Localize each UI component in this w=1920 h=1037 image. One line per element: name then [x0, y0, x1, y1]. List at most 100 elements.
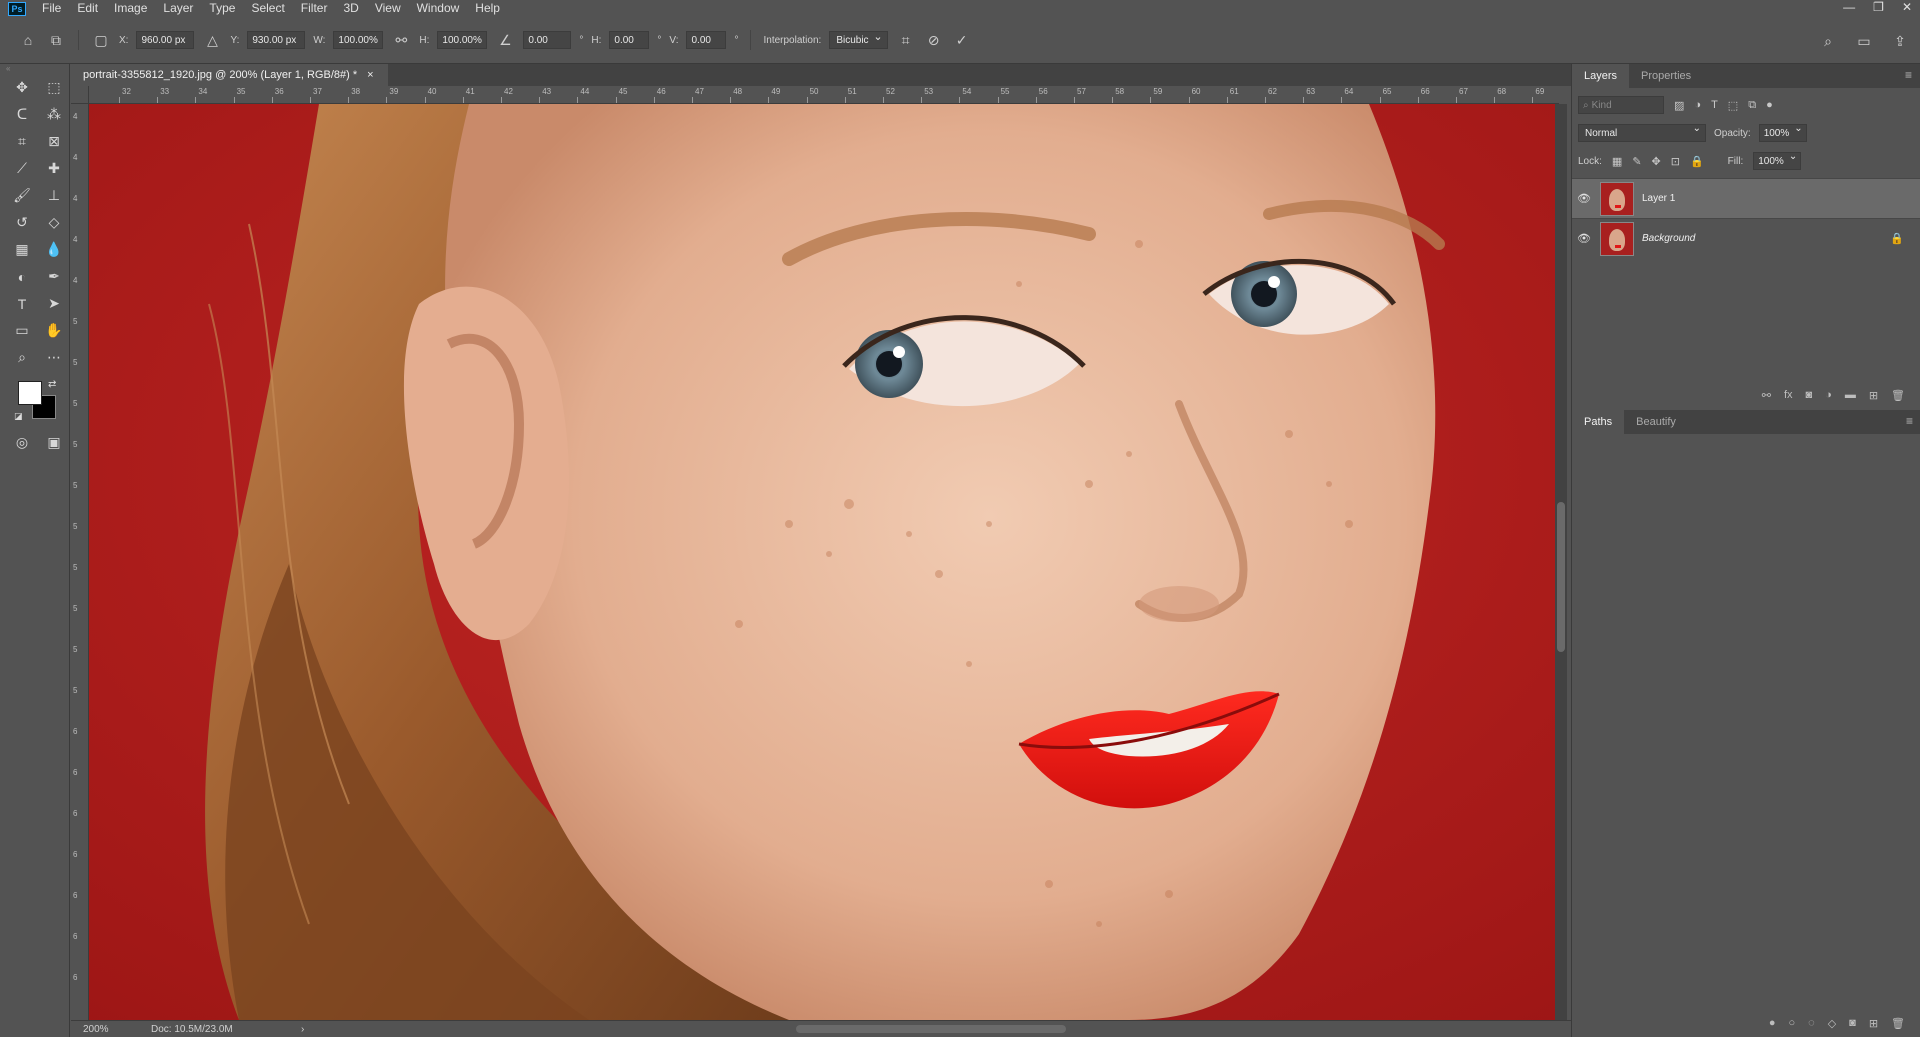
- move-tool-icon[interactable]: ✥: [10, 77, 34, 98]
- add-mask-icon[interactable]: ◙: [1806, 389, 1813, 401]
- adjustment-layer-icon[interactable]: ◑: [1825, 389, 1832, 401]
- more-tools-icon[interactable]: ⋯: [42, 347, 66, 368]
- height-field[interactable]: 100.00%: [437, 31, 488, 49]
- filter-shape-icon[interactable]: ⬚: [1728, 99, 1738, 112]
- warp-icon[interactable]: ⌗: [896, 30, 916, 50]
- screen-mode-icon[interactable]: ▣: [42, 432, 66, 453]
- eraser-tool-icon[interactable]: ◇: [42, 212, 66, 233]
- tab-paths[interactable]: Paths: [1572, 410, 1625, 434]
- brush-tool-icon[interactable]: 🖌: [10, 185, 34, 206]
- new-path-icon[interactable]: ⊞: [1869, 1017, 1878, 1030]
- hand-tool-icon[interactable]: ✋: [42, 320, 66, 341]
- ruler-corner[interactable]: [71, 86, 89, 104]
- type-tool-icon[interactable]: T: [10, 293, 34, 314]
- delta-icon[interactable]: △: [202, 30, 222, 50]
- new-layer-icon[interactable]: ⊞: [1869, 389, 1878, 402]
- angle-field[interactable]: 0.00: [523, 31, 572, 49]
- home-icon[interactable]: ⌂: [18, 30, 38, 50]
- close-tab-icon[interactable]: ×: [367, 69, 373, 81]
- menu-3d[interactable]: 3D: [335, 0, 366, 17]
- filter-pixel-icon[interactable]: ▨: [1674, 99, 1684, 112]
- status-arrow-icon[interactable]: ›: [301, 1024, 304, 1035]
- panel-menu-icon[interactable]: ≡: [1906, 414, 1913, 428]
- panel-menu-icon[interactable]: ≡: [1905, 68, 1912, 82]
- menu-image[interactable]: Image: [106, 0, 155, 17]
- interpolation-select[interactable]: Bicubic: [829, 30, 888, 49]
- lasso-tool-icon[interactable]: ᑕ: [10, 104, 34, 125]
- tab-properties[interactable]: Properties: [1629, 64, 1703, 88]
- zoom-tool-icon[interactable]: ⌕: [10, 347, 34, 368]
- quick-mask-icon[interactable]: ◎: [10, 432, 34, 453]
- link-icon[interactable]: ⚯: [391, 30, 411, 50]
- delete-layer-icon[interactable]: 🗑: [1891, 389, 1905, 402]
- default-colors-icon[interactable]: ◪: [14, 411, 23, 422]
- menu-filter[interactable]: Filter: [293, 0, 336, 17]
- search-icon[interactable]: ⌕: [1818, 31, 1838, 51]
- fill-field[interactable]: 100%: [1753, 151, 1802, 170]
- layer-row-layer-1[interactable]: 👁 Layer 1: [1572, 178, 1920, 218]
- add-mask-icon[interactable]: ◙: [1849, 1017, 1856, 1029]
- pen-tool-icon[interactable]: ✒: [42, 266, 66, 287]
- marquee-tool-icon[interactable]: ⬚: [42, 77, 66, 98]
- crop-tool-icon[interactable]: ⌗: [10, 131, 34, 152]
- lock-artboard-icon[interactable]: ⊡: [1671, 155, 1680, 168]
- cancel-transform-icon[interactable]: ⊘: [924, 30, 944, 50]
- reference-point-icon[interactable]: ▢: [91, 30, 111, 50]
- frame-tool-icon[interactable]: ⊠: [42, 131, 66, 152]
- tab-beautify[interactable]: Beautify: [1624, 410, 1688, 434]
- restore-button[interactable]: ❐: [1873, 0, 1884, 14]
- layer-kind-filter[interactable]: ⌕ Kind: [1578, 96, 1664, 114]
- menu-select[interactable]: Select: [243, 0, 292, 17]
- hskew-field[interactable]: 0.00: [609, 31, 650, 49]
- visibility-eye-icon[interactable]: 👁: [1572, 192, 1596, 205]
- healing-brush-tool-icon[interactable]: ✚: [42, 158, 66, 179]
- filter-smart-object-icon[interactable]: ⧉: [1748, 99, 1756, 112]
- magic-wand-tool-icon[interactable]: ⁂: [42, 104, 66, 125]
- menu-window[interactable]: Window: [409, 0, 468, 17]
- foreground-color[interactable]: [18, 381, 42, 405]
- commit-transform-icon[interactable]: ✓: [952, 30, 972, 50]
- vertical-scrollbar[interactable]: [1555, 104, 1567, 1020]
- document-tab[interactable]: portrait-3355812_1920.jpg @ 200% (Layer …: [71, 64, 388, 86]
- history-brush-tool-icon[interactable]: ↺: [10, 212, 34, 233]
- y-field[interactable]: 930.00 px: [247, 31, 306, 49]
- link-layers-icon[interactable]: ⚯: [1762, 389, 1771, 402]
- stamp-tool-icon[interactable]: ⊥: [42, 185, 66, 206]
- transform-icon[interactable]: ⧉: [46, 30, 66, 50]
- blur-tool-icon[interactable]: 💧: [42, 239, 66, 260]
- opacity-field[interactable]: 100%: [1758, 123, 1807, 142]
- filter-type-icon[interactable]: T: [1711, 99, 1718, 111]
- ruler-vertical[interactable]: 4 4 4 4 4 5 5 5 5 5 5 5 5 5 5 6 6 6 6 6 6 6: [71, 104, 89, 1020]
- menu-file[interactable]: File: [34, 0, 69, 17]
- lock-transparency-icon[interactable]: ▦: [1612, 155, 1622, 168]
- fill-path-icon[interactable]: ●: [1769, 1017, 1776, 1029]
- menu-layer[interactable]: Layer: [155, 0, 201, 17]
- eyedropper-tool-icon[interactable]: ⟋: [10, 158, 34, 179]
- lock-image-icon[interactable]: ✎: [1632, 155, 1641, 168]
- lock-position-icon[interactable]: ✥: [1652, 155, 1661, 168]
- menu-type[interactable]: Type: [201, 0, 243, 17]
- close-window-button[interactable]: ✕: [1902, 0, 1912, 14]
- path-selection-tool-icon[interactable]: ➤: [42, 293, 66, 314]
- new-group-icon[interactable]: ▬: [1845, 389, 1856, 401]
- lock-all-icon[interactable]: 🔒: [1690, 155, 1704, 168]
- minimize-button[interactable]: —: [1843, 0, 1855, 14]
- menu-edit[interactable]: Edit: [69, 0, 106, 17]
- toolbar-grip-icon[interactable]: «: [0, 64, 69, 74]
- layer-style-icon[interactable]: fx: [1784, 389, 1793, 401]
- gradient-tool-icon[interactable]: ▦: [10, 239, 34, 260]
- vskew-field[interactable]: 0.00: [686, 31, 727, 49]
- ruler-horizontal[interactable]: 32 33 34 35 36 37 38 39 40 41 42 43 44 45 46 47 48 49 50 51…: [89, 86, 1559, 104]
- zoom-level[interactable]: 200%: [71, 1024, 151, 1035]
- share-icon[interactable]: ⇪: [1890, 31, 1910, 51]
- make-path-icon[interactable]: ◇: [1828, 1017, 1836, 1030]
- horizontal-scroll-thumb[interactable]: [796, 1025, 1066, 1033]
- load-selection-icon[interactable]: ◌: [1808, 1017, 1815, 1029]
- stroke-path-icon[interactable]: ○: [1788, 1017, 1795, 1029]
- vertical-scroll-thumb[interactable]: [1557, 502, 1565, 652]
- blend-mode-select[interactable]: Normal: [1578, 123, 1706, 142]
- workspace-icon[interactable]: ▭: [1854, 31, 1874, 51]
- layer-lock-icon[interactable]: 🔒: [1890, 232, 1904, 245]
- filter-adjustment-icon[interactable]: ◑: [1694, 99, 1701, 111]
- canvas[interactable]: [89, 104, 1559, 1020]
